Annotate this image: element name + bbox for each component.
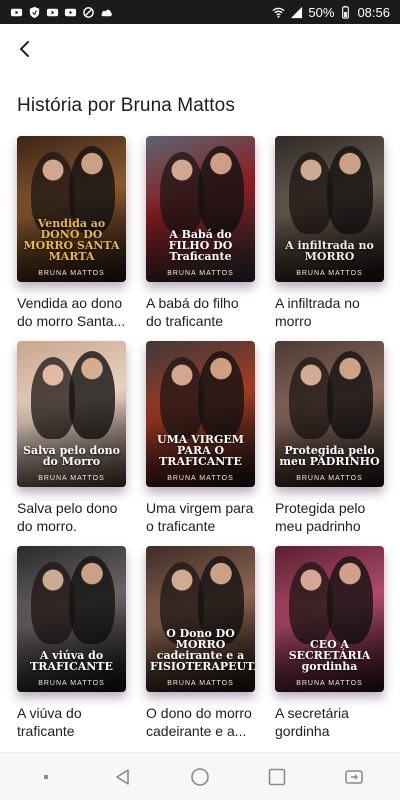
cover-title: CEO A SECRETÁRIA gordinha [288, 638, 371, 673]
book-card[interactable]: O Dono DO MORRO cadeirante e a FISIOTERA… [146, 546, 255, 751]
switch-apps-icon [344, 769, 363, 784]
square-recents-icon [268, 768, 286, 785]
book-title[interactable]: Vendida ao dono do morro Santa... [17, 294, 129, 330]
youtube-icon [46, 8, 59, 16]
book-title[interactable]: A infiltrada no morro [275, 294, 387, 330]
triangle-back-icon [116, 768, 129, 785]
cover-title: Salva pelo dono do Morro [23, 444, 120, 468]
page-title: História por Bruna Mattos [17, 95, 235, 116]
cloud-icon [101, 9, 112, 16]
status-bar: 50% 08:56 [0, 0, 400, 24]
status-left [10, 6, 113, 19]
cover-title: UMA VIRGEM PARA O TRAFICANTE [157, 433, 244, 468]
wifi-icon [272, 7, 285, 18]
book-cover[interactable]: A viúva do TRAFICANTE BRUNA MATTOS [17, 546, 126, 692]
cover-title: A viúva do TRAFICANTE [30, 649, 113, 673]
battery-icon [342, 5, 350, 19]
cover-title: A Babá do FILHO DO Traficante [168, 228, 233, 263]
book-cover[interactable]: O Dono DO MORRO cadeirante e a FISIOTERA… [146, 546, 255, 692]
cover-author: BRUNA MATTOS [167, 475, 234, 482]
nav-switch-app-button[interactable] [334, 757, 374, 797]
book-cover[interactable]: CEO A SECRETÁRIA gordinha BRUNA MATTOS [275, 546, 384, 692]
cover-author: BRUNA MATTOS [167, 270, 234, 277]
book-card[interactable]: CEO A SECRETÁRIA gordinha BRUNA MATTOS A s… [275, 546, 384, 751]
top-bar [0, 24, 400, 74]
book-cover[interactable]: UMA VIRGEM PARA O TRAFICANTE BRUNA MATTOS [146, 341, 255, 487]
book-title[interactable]: Salva pelo dono do morro. [17, 499, 129, 535]
cover-author: BRUNA MATTOS [38, 475, 105, 482]
book-cover[interactable]: Salva pelo dono do Morro BRUNA MATTOS [17, 341, 126, 487]
dot-icon [44, 774, 49, 779]
cover-author: BRUNA MATTOS [296, 270, 363, 277]
cover-title: A infiltrada no MORRO [285, 239, 374, 263]
book-card[interactable]: A Babá do FILHO DO Traficante BRUNA MATTO… [146, 136, 255, 341]
book-title[interactable]: A babá do filho do traficante [146, 294, 258, 330]
nav-recents-button[interactable] [257, 757, 297, 797]
book-title[interactable]: O dono do morro cadeirante e a... [146, 704, 258, 740]
shield-icon [29, 6, 40, 18]
youtube-icon [64, 8, 77, 16]
book-title[interactable]: Uma virgem para o traficante [146, 499, 258, 535]
blocked-icon [83, 6, 94, 18]
signal-icon [291, 6, 303, 18]
cover-author: BRUNA MATTOS [167, 680, 234, 687]
cover-title: Vendida ao DONO DO MORRO SANTA MARTA [23, 217, 120, 263]
book-title[interactable]: A viúva do traficante [17, 704, 129, 740]
book-cover[interactable]: A infiltrada no MORRO BRUNA MATTOS [275, 136, 384, 282]
book-cover[interactable]: Protegida pelo meu PADRINHO BRUNA MATTOS [275, 341, 384, 487]
book-card[interactable]: Salva pelo dono do Morro BRUNA MATTOS Salv… [17, 341, 126, 546]
book-cover[interactable]: Vendida ao DONO DO MORRO SANTA MARTA BRUN… [17, 136, 126, 282]
cover-title: O Dono DO MORRO cadeirante e a FISIOTERA… [150, 627, 255, 673]
book-title[interactable]: Protegida pelo meu padrinho [275, 499, 387, 535]
back-arrow-icon [20, 41, 29, 57]
youtube-icon [10, 8, 23, 16]
cover-author: BRUNA MATTOS [296, 475, 363, 482]
book-title[interactable]: A secretária gordinha [275, 704, 387, 740]
cover-author: BRUNA MATTOS [38, 270, 105, 277]
status-right: 50% 08:56 [272, 5, 390, 20]
system-nav-bar [0, 752, 400, 800]
book-card[interactable]: Vendida ao DONO DO MORRO SANTA MARTA BRUN… [17, 136, 126, 341]
cover-author: BRUNA MATTOS [38, 680, 105, 687]
circle-home-icon [191, 767, 209, 786]
book-card[interactable]: Protegida pelo meu PADRINHO BRUNA MATTOS P… [275, 341, 384, 546]
nav-home-button[interactable] [180, 757, 220, 797]
battery-percent: 50% [308, 4, 335, 20]
book-card[interactable]: A viúva do TRAFICANTE BRUNA MATTOS A viúva… [17, 546, 126, 751]
book-card[interactable]: A infiltrada no MORRO BRUNA MATTOS A infil… [275, 136, 384, 341]
book-card[interactable]: UMA VIRGEM PARA O TRAFICANTE BRUNA MATTOS… [146, 341, 255, 546]
book-cover[interactable]: A Babá do FILHO DO Traficante BRUNA MATTO… [146, 136, 255, 282]
cover-title: Protegida pelo meu PADRINHO [279, 444, 380, 468]
status-time: 08:56 [357, 4, 390, 20]
cover-author: BRUNA MATTOS [296, 680, 363, 687]
nav-menu-button[interactable] [26, 757, 66, 797]
book-grid: Vendida ao DONO DO MORRO SANTA MARTA BRUN… [17, 136, 387, 751]
nav-back-button[interactable] [103, 757, 143, 797]
back-button[interactable] [10, 34, 40, 64]
